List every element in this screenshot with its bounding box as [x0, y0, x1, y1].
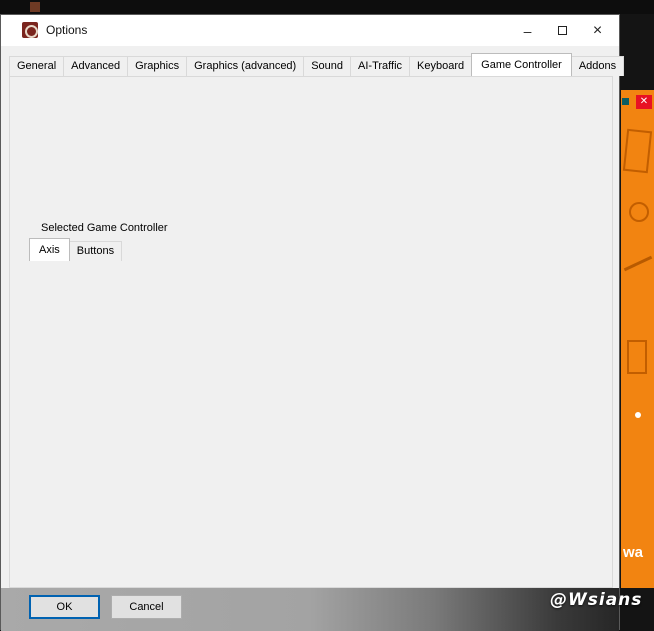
sketch-shape	[627, 340, 647, 374]
watermark: @Wsians	[550, 590, 642, 610]
inner-tab-strip: AxisButtons	[29, 241, 122, 261]
close-icon[interactable]: ✕	[636, 95, 652, 109]
cancel-button[interactable]: Cancel	[111, 595, 182, 619]
background-window: ✕ wa	[621, 90, 654, 588]
group-title: Selected Game Controller	[37, 222, 172, 234]
sketch-shape	[622, 98, 629, 105]
background-text: wa	[623, 544, 643, 561]
sketch-shape	[624, 256, 652, 271]
sketch-shape	[629, 202, 649, 222]
tab-page-game-controller	[9, 76, 613, 588]
background-strip	[0, 0, 654, 14]
inner-tab-axis[interactable]: Axis	[29, 238, 70, 261]
sketch-shape	[635, 412, 641, 418]
tab-game-controller[interactable]: Game Controller	[471, 53, 572, 76]
background-chip	[30, 2, 40, 12]
inner-tab-buttons[interactable]: Buttons	[69, 241, 122, 261]
options-dialog: Options – × GeneralAdvancedGraphicsGraph…	[0, 14, 620, 630]
ok-button[interactable]: OK	[29, 595, 100, 619]
sketch-shape	[623, 129, 652, 173]
